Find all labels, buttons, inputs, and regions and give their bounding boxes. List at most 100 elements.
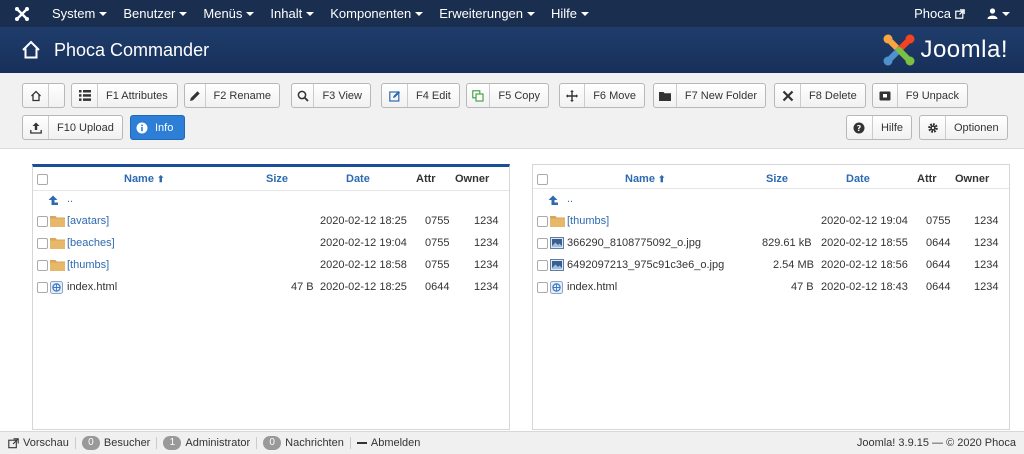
parent-directory-link[interactable]: .. — [67, 193, 73, 205]
file-name-link[interactable]: index.html — [67, 281, 117, 293]
move-button[interactable]: F6 Move — [559, 83, 645, 108]
row-checkbox[interactable] — [537, 238, 548, 249]
date-column-header[interactable]: Date — [346, 173, 370, 185]
file-owner: 1234 — [974, 281, 999, 293]
menu-help[interactable]: Hilfe — [543, 0, 597, 27]
folder-icon — [50, 238, 65, 249]
joomla-menu-icon[interactable] — [0, 0, 44, 27]
file-date: 2020-02-12 18:25 — [320, 281, 407, 293]
table-row[interactable]: [thumbs] 2020-02-12 18:58 0755 1234 — [33, 255, 509, 277]
gear-icon — [920, 116, 946, 139]
unpack-icon — [873, 84, 898, 107]
joomla-logo: Joomla! — [882, 32, 1008, 68]
chevron-down-icon — [527, 11, 536, 16]
new-folder-button[interactable]: F7 New Folder — [653, 83, 766, 108]
menu-system[interactable]: System — [44, 0, 115, 27]
upload-button-label: F10 Upload — [57, 121, 114, 134]
parent-directory-row[interactable]: .. — [33, 191, 509, 211]
row-checkbox[interactable] — [37, 260, 48, 271]
help-button[interactable]: ? Hilfe — [846, 115, 912, 140]
file-date: 2020-02-12 19:04 — [320, 237, 407, 249]
file-name-link[interactable]: [beaches] — [67, 237, 115, 249]
row-checkbox[interactable] — [37, 216, 48, 227]
file-name-link[interactable]: [thumbs] — [567, 215, 609, 227]
size-column-header[interactable]: Size — [766, 173, 788, 185]
file-name-link[interactable]: index.html — [567, 281, 617, 293]
menu-components[interactable]: Komponenten — [322, 0, 431, 27]
menu-users-label: Benutzer — [123, 6, 176, 21]
table-row[interactable]: [avatars] 2020-02-12 18:25 0755 1234 — [33, 211, 509, 233]
preview-link[interactable]: Vorschau — [0, 437, 75, 449]
home-icon — [22, 40, 40, 59]
view-button[interactable]: F3 View — [291, 83, 371, 108]
rename-button[interactable]: F2 Rename — [184, 83, 280, 108]
table-row[interactable]: [thumbs] 2020-02-12 19:04 0755 1234 — [533, 211, 1009, 233]
menu-menus[interactable]: Menüs — [195, 0, 262, 27]
chevron-down-icon — [179, 11, 188, 16]
info-button[interactable]: Info — [130, 115, 185, 140]
table-row[interactable]: [beaches] 2020-02-12 19:04 0755 1234 — [33, 233, 509, 255]
edit-button-label: F4 Edit — [416, 89, 451, 102]
search-icon — [292, 84, 315, 107]
table-row[interactable]: 366290_8108775092_o.jpg 829.61 kB 2020-0… — [533, 233, 1009, 255]
file-attr: 0755 — [926, 215, 951, 227]
file-date: 2020-02-12 18:25 — [320, 215, 407, 227]
table-row[interactable]: index.html 47 B 2020-02-12 18:25 0644 12… — [33, 277, 509, 299]
user-menu[interactable] — [973, 0, 1024, 27]
html-file-icon — [550, 281, 563, 294]
info-icon — [131, 116, 153, 139]
file-name-link[interactable]: [avatars] — [67, 215, 109, 227]
toolbar: F1 Attributes F2 Rename F3 View F4 Edit … — [0, 73, 1024, 149]
row-checkbox[interactable] — [537, 260, 548, 271]
menu-content[interactable]: Inhalt — [262, 0, 322, 27]
delete-button[interactable]: F8 Delete — [774, 83, 866, 108]
menu-users[interactable]: Benutzer — [115, 0, 195, 27]
upload-button[interactable]: F10 Upload — [22, 115, 123, 140]
select-all-checkbox[interactable] — [537, 174, 548, 185]
edit-button[interactable]: F4 Edit — [381, 83, 460, 108]
messages-status[interactable]: 0 Nachrichten — [257, 436, 350, 450]
top-navbar: System Benutzer Menüs Inhalt Komponenten… — [0, 0, 1024, 27]
copy-button[interactable]: F5 Copy — [466, 83, 549, 108]
date-column-header[interactable]: Date — [846, 173, 870, 185]
menu-menus-label: Menüs — [203, 6, 243, 21]
site-link[interactable]: Phoca — [906, 0, 973, 27]
file-attr: 0644 — [926, 237, 951, 249]
table-row[interactable]: index.html 47 B 2020-02-12 18:43 0644 12… — [533, 277, 1009, 299]
visitors-status: 0 Besucher — [76, 436, 156, 450]
home-button[interactable] — [22, 83, 65, 108]
table-row[interactable]: 6492097213_975c91c3e6_o.jpg 2.54 MB 2020… — [533, 255, 1009, 277]
pencil-icon — [185, 84, 206, 107]
row-checkbox[interactable] — [37, 282, 48, 293]
parent-directory-link[interactable]: .. — [567, 193, 573, 205]
file-date: 2020-02-12 19:04 — [821, 215, 908, 227]
row-checkbox[interactable] — [37, 238, 48, 249]
preview-label: Vorschau — [23, 437, 69, 449]
move-icon — [560, 84, 586, 107]
file-owner: 1234 — [474, 259, 499, 271]
visitors-count-badge: 0 — [81, 436, 100, 450]
row-checkbox[interactable] — [537, 216, 548, 227]
unpack-button[interactable]: F9 Unpack — [872, 83, 968, 108]
page-title: Phoca Commander — [54, 39, 210, 60]
file-size: 829.61 kB — [762, 237, 812, 249]
folder-icon — [50, 216, 65, 227]
attributes-button[interactable]: F1 Attributes — [71, 83, 178, 108]
menu-content-label: Inhalt — [270, 6, 303, 21]
options-button[interactable]: Optionen — [919, 115, 1008, 140]
name-column-header[interactable]: Name ⬆ — [124, 173, 165, 185]
logout-link[interactable]: Abmelden — [351, 437, 427, 449]
file-name-link[interactable]: 366290_8108775092_o.jpg — [567, 237, 701, 249]
select-all-checkbox[interactable] — [37, 174, 48, 185]
rename-button-label: F2 Rename — [213, 89, 271, 102]
menu-extensions[interactable]: Erweiterungen — [431, 0, 543, 27]
size-column-header[interactable]: Size — [266, 173, 288, 185]
file-name-link[interactable]: 6492097213_975c91c3e6_o.jpg — [567, 259, 724, 271]
name-column-header[interactable]: Name ⬆ — [625, 173, 666, 185]
chevron-down-icon — [99, 11, 108, 16]
name-column-label: Name — [625, 173, 655, 185]
file-name-link[interactable]: [thumbs] — [67, 259, 109, 271]
row-checkbox[interactable] — [537, 282, 548, 293]
parent-directory-row[interactable]: .. — [533, 191, 1009, 211]
chevron-down-icon — [306, 11, 315, 16]
